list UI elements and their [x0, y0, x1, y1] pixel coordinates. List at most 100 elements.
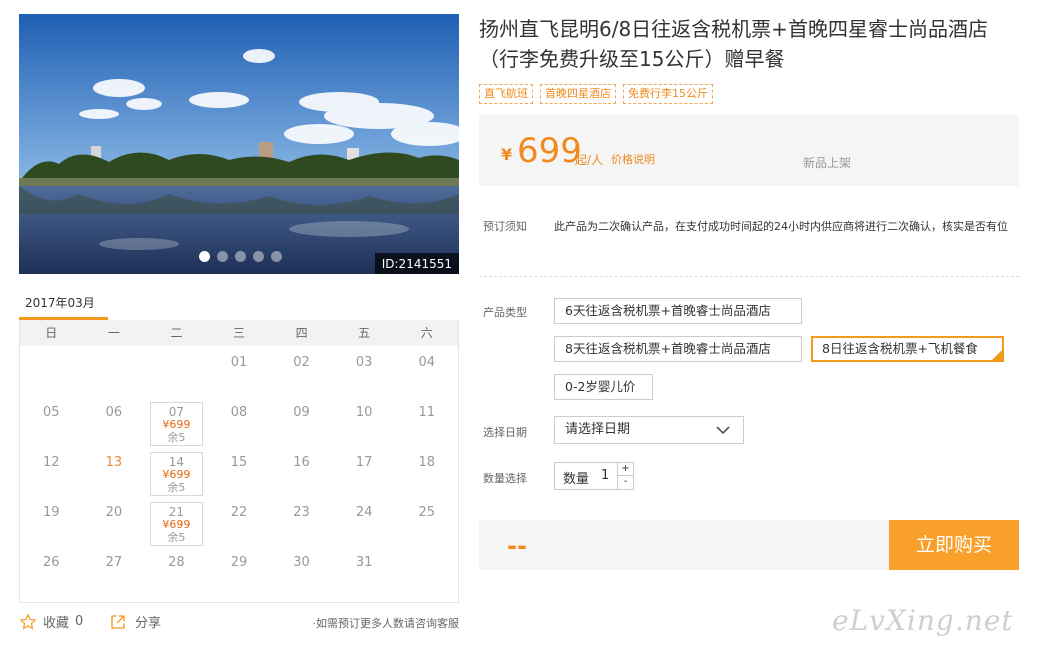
product-type-option-6day[interactable]: 6天往返含税机票+首晚睿士尚品酒店 [554, 298, 802, 324]
calendar-day[interactable]: 06 [83, 399, 146, 449]
day-number: 07 [168, 405, 185, 419]
calendar-day [145, 349, 208, 399]
date-select[interactable]: 请选择日期 [554, 416, 744, 444]
calendar-day[interactable]: 09 [270, 399, 333, 449]
product-type-option-8day-hotel[interactable]: 8天往返含税机票+首晚睿士尚品酒店 [554, 336, 802, 362]
weekday-label: 三 [233, 326, 246, 340]
favorite-count: 0 [75, 614, 84, 629]
calendar-day[interactable]: 01 [208, 349, 271, 399]
calendar-day[interactable]: 27 [83, 549, 146, 599]
calendar-month-tab[interactable]: 2017年03月 [19, 286, 108, 320]
booking-notice-text: 此产品为二次确认产品，在支付成功时间起的24小时内供应商将进行二次确认，核实是否… [554, 220, 1008, 233]
day-number: 14 [168, 455, 185, 469]
day-number: 04 [418, 355, 435, 370]
stepper-buttons: + - [617, 463, 633, 489]
calendar-day[interactable]: 12 [20, 449, 83, 499]
calendar-day[interactable]: 15 [208, 449, 271, 499]
day-number: 02 [293, 355, 310, 370]
site-watermark: eLvXing.net [832, 604, 1014, 637]
calendar-day[interactable]: 08 [208, 399, 271, 449]
calendar-day[interactable]: 03 [333, 349, 396, 399]
quantity-label: 数量选择 [483, 472, 527, 485]
product-photo[interactable]: ID:2141551 [19, 14, 459, 274]
price-panel: ¥ 699 起/人 价格说明 新品上架 [479, 115, 1019, 186]
purchase-bar: -- 立即购买 [479, 520, 1019, 570]
weekday-label: 日 [45, 326, 58, 340]
weekday-label: 四 [295, 326, 308, 340]
day-number: 03 [355, 355, 373, 370]
slide-dot[interactable] [199, 251, 210, 262]
day-stock: 余5 [167, 431, 186, 444]
quantity-value[interactable]: 1 [601, 468, 609, 483]
day-number: 31 [355, 555, 373, 570]
section-divider [479, 276, 1019, 277]
day-price: ¥699 [162, 418, 191, 431]
buy-now-button[interactable]: 立即购买 [889, 520, 1019, 570]
currency-symbol: ¥ [501, 145, 513, 164]
calendar-day[interactable]: 17 [333, 449, 396, 499]
calendar-day[interactable]: 19 [20, 499, 83, 549]
calendar-day-available[interactable]: 14 ¥699 余5 [150, 452, 203, 496]
calendar-day[interactable]: 02 [270, 349, 333, 399]
day-number: 09 [293, 405, 310, 420]
price-value: 699 [517, 131, 582, 171]
quantity-text: 数量 [563, 472, 590, 487]
lake-photo-image [19, 14, 459, 274]
day-number: 15 [230, 455, 248, 470]
calendar-day[interactable]: 05 [20, 399, 83, 449]
date-select-value: 请选择日期 [565, 422, 631, 437]
product-tag: 首晚四星酒店 [540, 84, 616, 104]
slide-dot[interactable] [253, 251, 264, 262]
calendar-day[interactable]: 18 [395, 449, 458, 499]
slide-dot[interactable] [235, 251, 246, 262]
day-number: 17 [355, 455, 373, 470]
day-number: 28 [168, 555, 185, 570]
day-number: 19 [43, 505, 60, 520]
product-type-label: 产品类型 [483, 306, 527, 319]
quantity-increase-button[interactable]: + [618, 463, 633, 476]
calendar-day[interactable]: 10 [333, 399, 396, 449]
product-type-option-infant[interactable]: 0-2岁婴儿价 [554, 374, 653, 400]
calendar-day[interactable]: 23 [270, 499, 333, 549]
calendar-day[interactable]: 13 [83, 449, 146, 499]
day-number: 21 [168, 505, 185, 519]
slide-dot[interactable] [217, 251, 228, 262]
calendar-day[interactable]: 29 [208, 549, 271, 599]
price-calendar: 2017年03月 日 一 二 三 四 五 六 01 02 03 04 05 06 07 ¥69… [19, 286, 459, 603]
day-price: ¥699 [162, 468, 191, 481]
day-number: 23 [293, 505, 310, 520]
day-stock: 余5 [167, 481, 186, 494]
calendar-day[interactable]: 30 [270, 549, 333, 599]
total-price: -- [507, 532, 527, 560]
calendar-day[interactable]: 16 [270, 449, 333, 499]
calendar-day[interactable]: 26 [20, 549, 83, 599]
price-explanation-link[interactable]: 价格说明 [611, 151, 655, 167]
calendar-body: 日 一 二 三 四 五 六 01 02 03 04 05 06 07 ¥699 余5 08 09 10… [19, 320, 459, 603]
calendar-day[interactable]: 04 [395, 349, 458, 399]
share-button[interactable]: 分享 [109, 612, 161, 631]
price-unit: 起/人 [575, 153, 604, 167]
day-number: 16 [293, 455, 310, 470]
quantity-stepper: 数量 1 + - [554, 462, 634, 490]
product-type-option-8day-meal[interactable]: 8日往返含税机票+飞机餐食 [811, 336, 1004, 362]
calendar-day[interactable]: 31 [333, 549, 396, 599]
calendar-day-available[interactable]: 07 ¥699 余5 [150, 402, 203, 446]
slide-dot[interactable] [271, 251, 282, 262]
calendar-day-available[interactable]: 21 ¥699 余5 [150, 502, 203, 546]
weekday-label: 五 [358, 326, 371, 340]
quantity-decrease-button[interactable]: - [618, 476, 633, 489]
day-number: 24 [355, 505, 373, 520]
favorite-button[interactable]: 收藏 0 [19, 612, 83, 631]
calendar-day[interactable]: 24 [333, 499, 396, 549]
calendar-day[interactable]: 25 [395, 499, 458, 549]
calendar-day[interactable]: 22 [208, 499, 271, 549]
weekday-label: 二 [170, 326, 183, 340]
day-stock: 余5 [167, 531, 186, 544]
calendar-day[interactable]: 11 [395, 399, 458, 449]
calendar-day[interactable]: 28 [145, 549, 208, 599]
day-number: 08 [230, 405, 248, 420]
product-tag: 直飞航班 [479, 84, 533, 104]
day-number: 12 [43, 455, 60, 470]
chevron-down-icon [716, 426, 730, 435]
calendar-day[interactable]: 20 [83, 499, 146, 549]
